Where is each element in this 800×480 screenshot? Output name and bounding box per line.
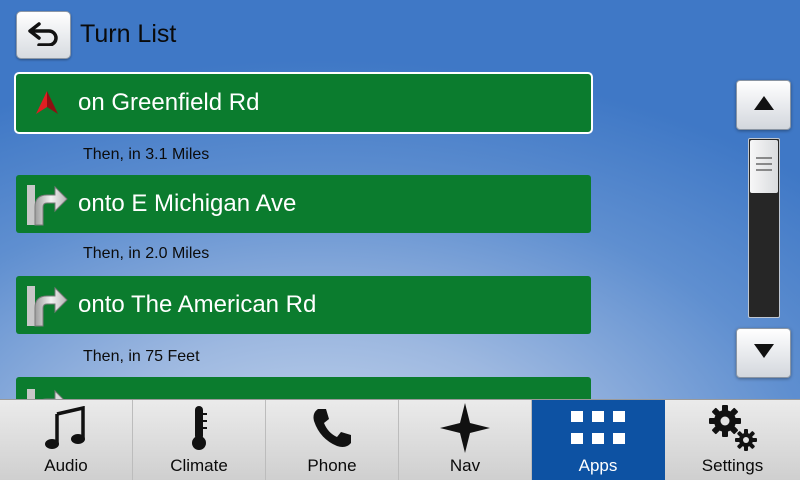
tab-settings[interactable]: Settings — [665, 400, 800, 480]
tab-apps[interactable]: Apps — [532, 400, 665, 480]
back-button[interactable] — [16, 11, 71, 59]
tab-nav[interactable]: Nav — [399, 400, 532, 480]
tab-audio[interactable]: Audio — [0, 400, 133, 480]
turn-list[interactable]: on Greenfield Rd Then, in 3.1 Miles onto… — [0, 72, 720, 399]
tab-label: Nav — [449, 456, 481, 475]
tab-phone[interactable]: Phone — [266, 400, 399, 480]
turn-row-american[interactable]: onto The American Rd — [16, 276, 591, 334]
then-distance: Then, in 3.1 Miles — [83, 146, 210, 163]
grip-lines-icon — [755, 154, 773, 179]
turn-instruction: onto The American Rd — [78, 291, 317, 318]
tab-label: Climate — [170, 456, 228, 475]
scroll-up-button[interactable] — [736, 80, 791, 130]
scroll-track[interactable] — [748, 138, 780, 318]
triangle-up-icon — [753, 94, 775, 117]
turn-row-greenfield[interactable]: on Greenfield Rd — [14, 72, 593, 134]
turn-row-partial[interactable] — [16, 377, 591, 399]
music-note-icon — [43, 400, 89, 456]
tab-label: Audio — [44, 456, 88, 475]
triangle-down-icon — [753, 342, 775, 365]
scroll-down-button[interactable] — [736, 328, 791, 378]
tab-climate[interactable]: Climate — [133, 400, 266, 480]
turn-right-icon — [16, 175, 78, 233]
phone-icon — [310, 400, 354, 456]
turn-instruction: onto E Michigan Ave — [78, 190, 297, 217]
then-distance: Then, in 75 Feet — [83, 348, 200, 365]
tab-label: Apps — [578, 456, 618, 475]
turn-right-icon — [16, 377, 78, 399]
back-arrow-icon — [27, 20, 61, 51]
then-distance: Then, in 2.0 Miles — [83, 245, 210, 262]
turn-row-michigan[interactable]: onto E Michigan Ave — [16, 175, 591, 233]
thermometer-icon — [189, 400, 209, 456]
tab-label: Settings — [701, 456, 764, 475]
bottom-nav-bar: Audio Climate Phone Nav Apps Settings — [0, 399, 800, 480]
gears-icon — [705, 400, 761, 456]
compass-star-icon — [439, 400, 491, 456]
turn-right-icon — [16, 276, 78, 334]
navigation-arrow-icon — [16, 74, 78, 132]
scroll-thumb[interactable] — [750, 140, 778, 193]
turn-instruction: on Greenfield Rd — [78, 89, 260, 116]
page-title: Turn List — [80, 20, 177, 48]
apps-grid-icon — [571, 400, 625, 456]
tab-label: Phone — [307, 456, 357, 475]
